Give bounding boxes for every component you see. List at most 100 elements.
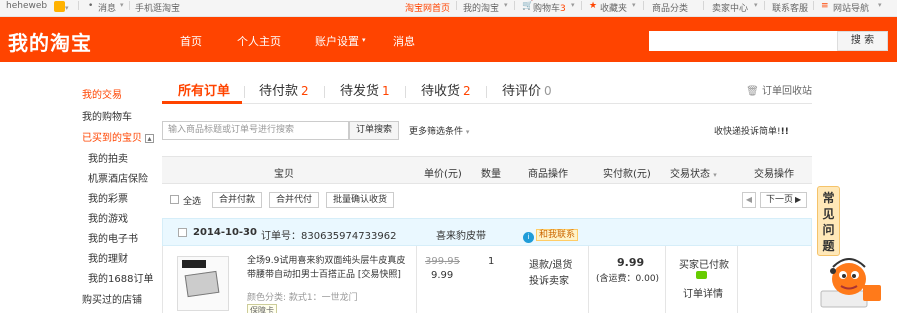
sidebar-item-finance[interactable]: 我的理财: [88, 250, 128, 265]
sidebar-item-cart[interactable]: 我的购物车: [82, 108, 132, 123]
divider: |: [77, 1, 81, 11]
guarantee-badge: 保障卡: [247, 304, 277, 313]
original-price: 399.95: [425, 256, 460, 267]
feedback-link[interactable]: 收快递投诉简单!!!: [714, 124, 789, 137]
select-all-checkbox[interactable]: [170, 195, 179, 204]
feedback-label: 收快递投诉简单!: [714, 127, 781, 137]
merge-proxy-button[interactable]: 合并代付: [269, 192, 320, 208]
recycle-bin-label: 订单回收站: [762, 86, 812, 97]
collapse-icon[interactable]: ▴: [145, 134, 154, 143]
user-level-badge: ▾: [52, 1, 69, 13]
mobile-taobao-link[interactable]: 手机逛淘宝: [135, 1, 180, 14]
more-filters-label: 更多筛选条件: [409, 127, 464, 137]
sidebar-item-my-trades[interactable]: 我的交易: [82, 86, 122, 101]
order-search-input[interactable]: 输入商品标题或订单号进行搜索: [162, 121, 349, 140]
col-unit-price: 单价(元): [424, 169, 462, 180]
tab-pending-review[interactable]: 待评价 0: [502, 80, 552, 99]
next-page-label: 下一页: [766, 195, 794, 205]
cart-link[interactable]: 购物车3: [533, 1, 566, 14]
star-icon: ★: [589, 1, 598, 11]
divider: |: [812, 1, 816, 11]
batch-confirm-button[interactable]: 批量确认收货: [326, 192, 395, 208]
col-quantity: 数量: [481, 169, 501, 180]
sidebar-item-purchased[interactable]: 已买到的宝贝 ▴: [82, 129, 154, 144]
chevron-down-icon: ▾: [878, 1, 882, 9]
contact-seller[interactable]: i 和我联系: [523, 227, 579, 243]
tab-count: 2: [463, 84, 471, 98]
my-taobao-link[interactable]: 我的淘宝: [463, 1, 499, 14]
site-nav-link[interactable]: 网站导航: [833, 1, 869, 14]
brand-tag: [182, 260, 206, 268]
top-bar: heheweb ▾ | • 消息 ▾ | 手机逛淘宝 淘宝网首页 | 我的淘宝 …: [0, 0, 897, 17]
refund-link[interactable]: 退款/退货: [529, 256, 572, 271]
col-item-ops: 商品操作: [528, 169, 568, 180]
chevron-down-icon: ▾: [571, 1, 575, 9]
more-filters-link[interactable]: 更多筛选条件 ▾: [409, 124, 469, 137]
sidebar-item-lottery[interactable]: 我的彩票: [88, 190, 128, 205]
sidebar-item-shops[interactable]: 购买过的店铺: [82, 291, 142, 306]
seller-center-link[interactable]: 卖家中心: [712, 1, 748, 14]
tab-pending-receipt[interactable]: 待收货 2: [421, 80, 471, 99]
favorites-link[interactable]: 收藏夹: [600, 1, 627, 14]
chevron-left-icon: ◀: [745, 195, 753, 204]
chevron-down-icon: ▾: [362, 36, 366, 44]
chevron-down-icon: ▾: [120, 1, 124, 9]
mascot-icon: [820, 258, 881, 308]
shipping-fee: (含运费：0.00): [596, 274, 660, 284]
trash-icon: 🗑: [746, 86, 759, 97]
divider: |: [642, 1, 646, 11]
chevron-right-icon: ▶: [795, 195, 802, 204]
prev-page-button[interactable]: ◀: [742, 192, 756, 208]
contact-service-link[interactable]: 联系客服: [772, 1, 808, 14]
quantity: 1: [488, 256, 495, 267]
paid-amount: 9.99: [617, 256, 645, 269]
tab-label: 待收货: [421, 84, 461, 99]
product-thumbnail[interactable]: [177, 256, 229, 311]
order-search-button[interactable]: 订单搜索: [349, 121, 399, 140]
recycle-bin-link[interactable]: 🗑 订单回收站: [746, 82, 812, 97]
divider: [324, 86, 325, 98]
tab-pending-shipment[interactable]: 待发货 1: [340, 80, 390, 99]
nav-messages[interactable]: 消息: [393, 33, 415, 49]
divider: [405, 86, 406, 98]
next-page-button[interactable]: 下一页 ▶: [760, 192, 808, 208]
nav-home[interactable]: 首页: [180, 33, 202, 49]
divider: [588, 246, 589, 313]
nav-account-settings[interactable]: 账户设置: [315, 33, 359, 49]
divider: |: [763, 1, 767, 11]
product-sku: 颜色分类: 款式1：一世龙门: [247, 293, 358, 303]
order-checkbox[interactable]: [178, 228, 187, 237]
chat-icon: [696, 271, 707, 279]
sidebar-item-ebooks[interactable]: 我的电子书: [88, 230, 138, 245]
nav-personal-home[interactable]: 个人主页: [237, 33, 281, 49]
sidebar-item-games[interactable]: 我的游戏: [88, 210, 128, 225]
sidebar-item-1688[interactable]: 我的1688订单: [88, 270, 153, 285]
tab-label: 待发货: [340, 84, 380, 99]
cart-icon: 🛒: [522, 1, 534, 11]
shop-name[interactable]: 喜来豹皮带: [436, 227, 486, 242]
username-link[interactable]: heheweb: [6, 1, 47, 11]
product-title[interactable]: 全场9.9试用喜来豹双面纯头层牛皮真皮带腰带自动扣男士百搭正品 [交易快照]: [247, 254, 412, 282]
menu-icon: ≡: [821, 1, 829, 11]
batch-actions: 全选 合并付款 合并代付 批量确认收货 ◀ 下一页 ▶: [162, 189, 812, 211]
header-search-input[interactable]: [649, 31, 837, 51]
merge-pay-button[interactable]: 合并付款: [212, 192, 263, 208]
tab-all-orders[interactable]: 所有订单: [178, 80, 230, 99]
tab-pending-payment[interactable]: 待付款 2: [259, 80, 309, 99]
col-status: 交易状态 ▾: [670, 165, 717, 180]
complain-link[interactable]: 投诉卖家: [529, 272, 569, 287]
chevron-down-icon: ▾: [465, 128, 470, 136]
header-search-button[interactable]: 搜 索: [837, 31, 888, 51]
snapshot-link[interactable]: [交易快照]: [358, 270, 401, 280]
categories-link[interactable]: 商品分类: [652, 1, 688, 14]
chevron-down-icon: ▾: [504, 1, 508, 9]
sidebar-item-travel[interactable]: 机票酒店保险: [88, 170, 148, 185]
messages-link[interactable]: 消息: [98, 1, 116, 14]
sidebar-item-auction[interactable]: 我的拍卖: [88, 150, 128, 165]
taobao-home-link[interactable]: 淘宝网首页: [405, 1, 450, 14]
chevron-down-icon[interactable]: ▾: [713, 171, 717, 179]
cart-label: 购物车: [533, 4, 561, 14]
product-image: [184, 270, 220, 298]
order-detail-link[interactable]: 订单详情: [683, 285, 723, 300]
my-taobao-logo[interactable]: 我的淘宝: [8, 27, 92, 56]
